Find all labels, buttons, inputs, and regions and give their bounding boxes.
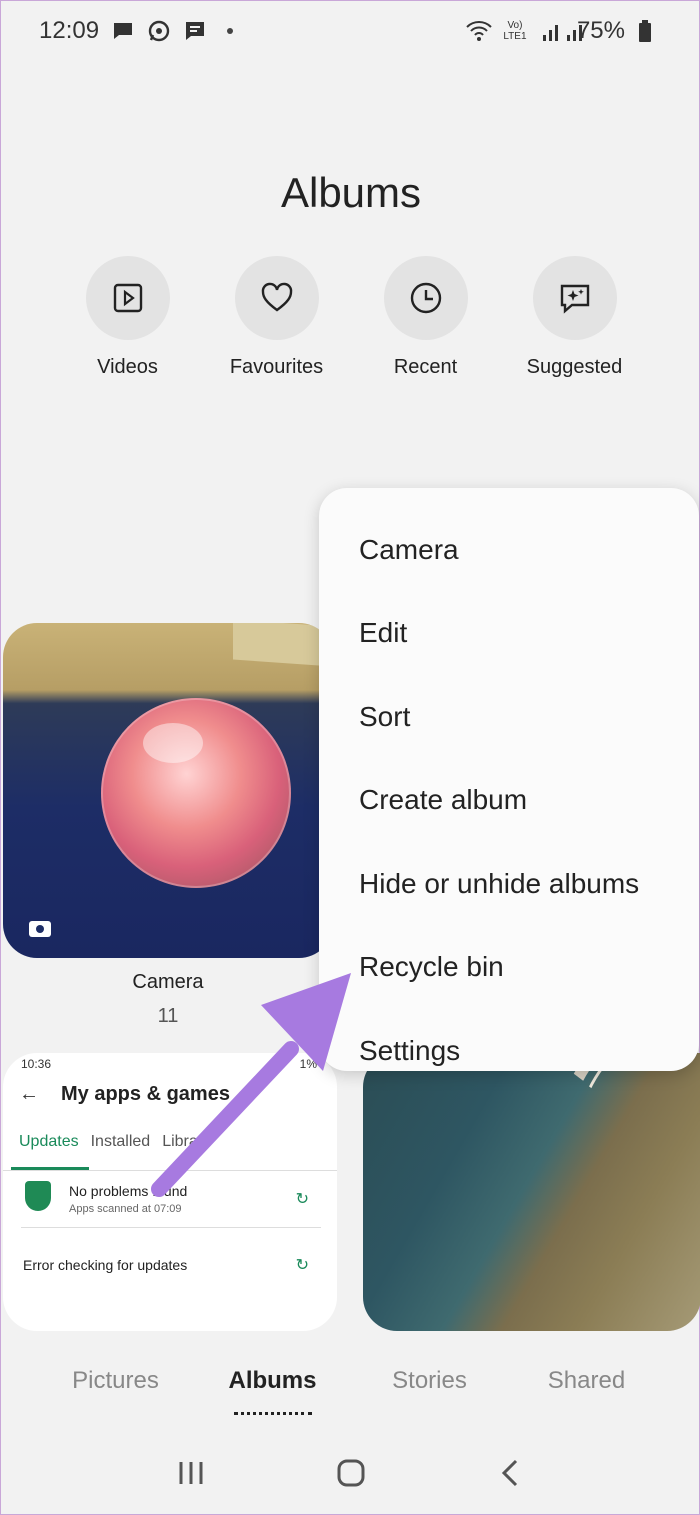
status-bar: 12:09 Vo) LTE1 75% bbox=[1, 1, 700, 61]
sms-icon bbox=[183, 19, 207, 43]
thumbnail-glare bbox=[143, 723, 203, 763]
thumb-tab-installed: Installed bbox=[90, 1133, 151, 1150]
quick-favourites-label: Favourites bbox=[229, 356, 324, 378]
signal-icon bbox=[541, 19, 582, 43]
quick-recent-circle[interactable] bbox=[383, 256, 468, 340]
quick-favourites[interactable]: Favourites bbox=[202, 256, 351, 379]
thumb-title: My apps & games bbox=[61, 1083, 230, 1105]
menu-item-sort[interactable]: Sort bbox=[319, 675, 699, 759]
album-count-camera: 11 bbox=[157, 1005, 179, 1027]
quick-suggested[interactable]: Suggested bbox=[500, 256, 649, 379]
whatsapp-icon bbox=[147, 19, 171, 43]
home-icon bbox=[337, 1459, 365, 1487]
overflow-menu: Camera Edit Sort Create album Hide or un… bbox=[319, 488, 699, 1071]
message-icon bbox=[111, 19, 135, 43]
clock-icon bbox=[410, 282, 441, 314]
album-screenshots-thumbnail[interactable]: 10:36 1% ← My apps & games Updates Insta… bbox=[3, 1053, 337, 1331]
thumb-tabs: Updates Installed Library bbox=[19, 1133, 211, 1151]
notification-dot bbox=[227, 28, 234, 34]
status-time: 12:09 bbox=[39, 17, 100, 44]
thumb-refresh-icon-2: ↻ bbox=[295, 1257, 309, 1274]
quick-videos-circle[interactable] bbox=[85, 256, 170, 340]
thumb-refresh-icon: ↻ bbox=[295, 1191, 309, 1208]
quick-recent[interactable]: Recent bbox=[351, 256, 500, 379]
recents-button[interactable] bbox=[161, 1443, 221, 1503]
status-right: Vo) LTE1 75% bbox=[465, 17, 661, 45]
quick-suggested-circle[interactable] bbox=[532, 256, 617, 340]
thumb-status-time: 10:36 bbox=[21, 1057, 52, 1071]
camera-badge-icon bbox=[29, 921, 51, 937]
play-icon bbox=[113, 283, 142, 313]
network-type: Vo) LTE1 bbox=[503, 20, 527, 42]
wifi-icon bbox=[465, 19, 492, 43]
thumb-status-battery: 1% bbox=[299, 1057, 317, 1071]
menu-item-recycle-bin[interactable]: Recycle bin bbox=[319, 926, 699, 1010]
quick-access-row: Videos Favourites Recent Suggested bbox=[53, 256, 649, 379]
menu-item-hide-unhide-albums[interactable]: Hide or unhide albums bbox=[319, 842, 699, 926]
sparkle-chat-icon bbox=[560, 284, 589, 314]
home-button[interactable] bbox=[321, 1443, 381, 1503]
thumbnail-marble bbox=[101, 698, 291, 888]
page-title: Albums bbox=[280, 169, 422, 216]
thumb-divider-2 bbox=[21, 1227, 321, 1228]
bottom-tab-bar: Pictures Albums Stories Shared bbox=[1, 1367, 700, 1417]
back-button[interactable] bbox=[481, 1443, 541, 1503]
tab-albums[interactable]: Albums bbox=[198, 1367, 348, 1417]
thumb-shield-icon bbox=[25, 1181, 51, 1211]
battery-percent: 75% bbox=[576, 17, 625, 44]
thumb-divider bbox=[3, 1170, 337, 1171]
thumb-tab-library: Library bbox=[162, 1133, 212, 1150]
thumb-row2-title: Error checking for updates bbox=[23, 1257, 188, 1273]
menu-item-create-album[interactable]: Create album bbox=[319, 759, 699, 843]
tab-stories[interactable]: Stories bbox=[355, 1367, 505, 1417]
quick-favourites-circle[interactable] bbox=[234, 256, 319, 340]
status-left: 12:09 bbox=[39, 17, 234, 45]
thumb-row1-title: No problems found bbox=[69, 1183, 188, 1199]
tab-pictures[interactable]: Pictures bbox=[41, 1367, 191, 1417]
recents-icon bbox=[179, 1462, 203, 1484]
menu-item-camera[interactable]: Camera bbox=[319, 508, 699, 592]
thumbnail-shelf bbox=[233, 623, 333, 667]
thumb-row1-subtitle: Apps scanned at 07:09 bbox=[69, 1203, 182, 1215]
battery-icon bbox=[637, 19, 661, 43]
system-nav-bar bbox=[1, 1441, 700, 1505]
quick-videos-label: Videos bbox=[97, 356, 158, 378]
back-icon bbox=[501, 1459, 518, 1487]
quick-recent-label: Recent bbox=[393, 356, 458, 378]
menu-item-edit[interactable]: Edit bbox=[319, 592, 699, 676]
album-camera-thumbnail[interactable] bbox=[3, 623, 333, 958]
quick-suggested-label: Suggested bbox=[526, 356, 623, 378]
menu-item-settings[interactable]: Settings bbox=[319, 1009, 699, 1093]
quick-videos[interactable]: Videos bbox=[53, 256, 202, 379]
tab-shared[interactable]: Shared bbox=[512, 1367, 662, 1417]
thumb-back-arrow-icon: ← bbox=[19, 1083, 39, 1105]
album-road-thumbnail[interactable] bbox=[363, 1053, 700, 1331]
album-name-camera[interactable]: Camera bbox=[3, 971, 333, 994]
thumb-tab-updates: Updates bbox=[19, 1133, 79, 1150]
heart-icon bbox=[261, 282, 292, 312]
